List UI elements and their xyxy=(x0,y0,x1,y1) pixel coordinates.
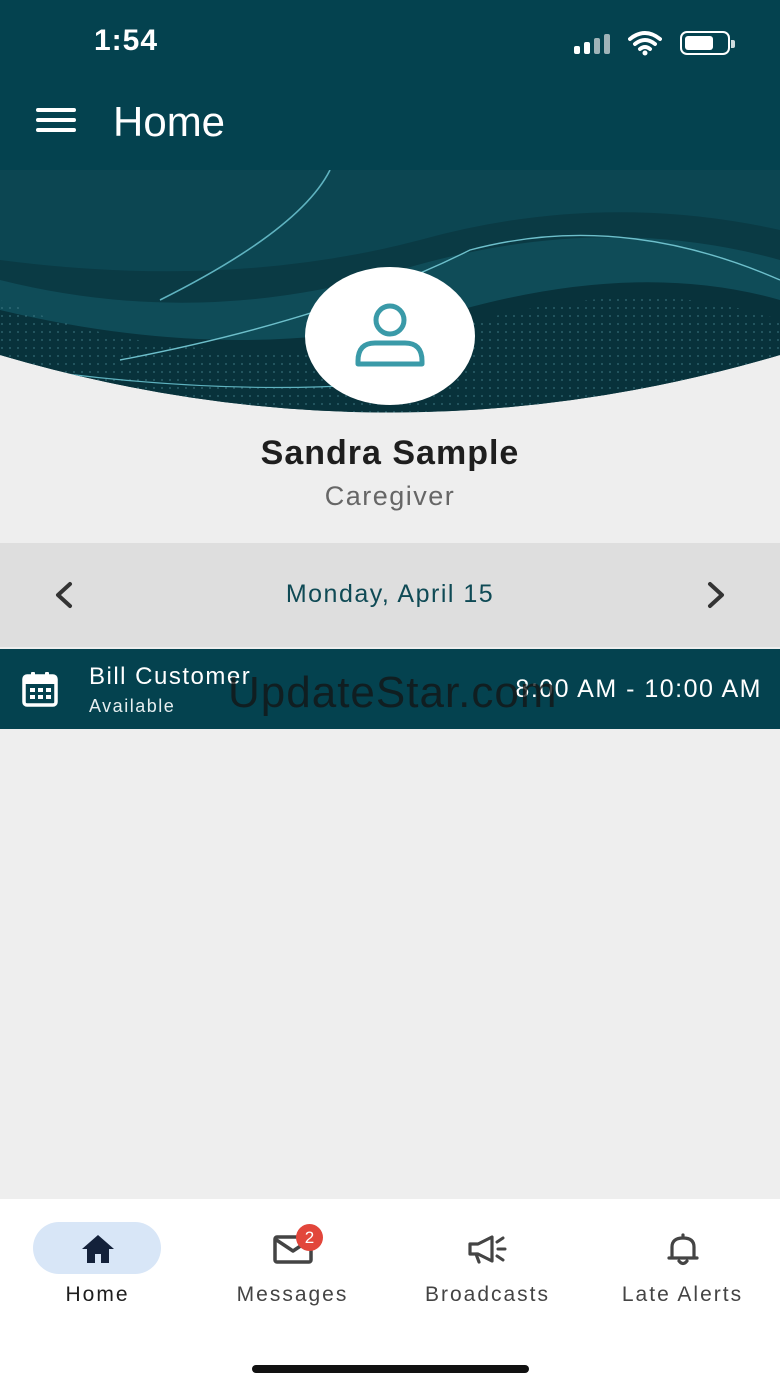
nav-label-home: Home xyxy=(65,1283,130,1306)
messages-badge: 2 xyxy=(296,1224,323,1251)
nav-item-late-alerts[interactable]: Late Alerts xyxy=(585,1221,780,1321)
appointment-status: Available xyxy=(89,696,176,716)
nav-label-messages: Messages xyxy=(236,1283,349,1306)
app-header: 1:54 Home xyxy=(0,0,780,170)
appointment-row[interactable]: Bill Customer Available 8:00 AM - 10:00 … xyxy=(0,649,780,729)
page-title: Home xyxy=(113,98,226,145)
appointment-time: 8:00 AM - 10:00 AM xyxy=(515,675,762,703)
bottom-navigation: Home Messages Broadcasts Late Alerts xyxy=(0,1199,780,1387)
user-icon xyxy=(355,303,425,367)
current-date: Monday, April 15 xyxy=(285,580,495,608)
wifi-icon xyxy=(628,31,662,56)
screen: 1:54 Home Sandra Sample Caregiver Monday… xyxy=(0,0,780,1387)
home-icon xyxy=(81,1235,114,1263)
date-navigator: Monday, April 15 xyxy=(0,543,780,647)
appointment-client: Bill Customer xyxy=(89,663,252,690)
profile-role: Caregiver xyxy=(324,481,456,511)
status-icons xyxy=(574,28,735,58)
cellular-signal-icon xyxy=(574,32,610,54)
calendar-icon xyxy=(22,672,58,707)
nav-label-late-alerts: Late Alerts xyxy=(621,1283,744,1306)
status-time: 1:54 xyxy=(94,24,159,57)
nav-item-messages[interactable]: Messages xyxy=(195,1221,390,1321)
next-day-button[interactable] xyxy=(696,575,736,615)
megaphone-icon xyxy=(467,1235,506,1264)
home-indicator xyxy=(252,1365,529,1373)
profile-name: Sandra Sample xyxy=(260,434,520,472)
menu-button[interactable] xyxy=(36,108,76,136)
battery-icon xyxy=(680,31,735,55)
nav-item-home[interactable]: Home xyxy=(0,1221,195,1321)
nav-label-broadcasts: Broadcasts xyxy=(424,1283,551,1306)
nav-item-broadcasts[interactable]: Broadcasts xyxy=(390,1221,585,1321)
avatar[interactable] xyxy=(305,267,475,405)
bell-icon xyxy=(666,1233,699,1266)
chevron-right-icon xyxy=(708,582,724,608)
